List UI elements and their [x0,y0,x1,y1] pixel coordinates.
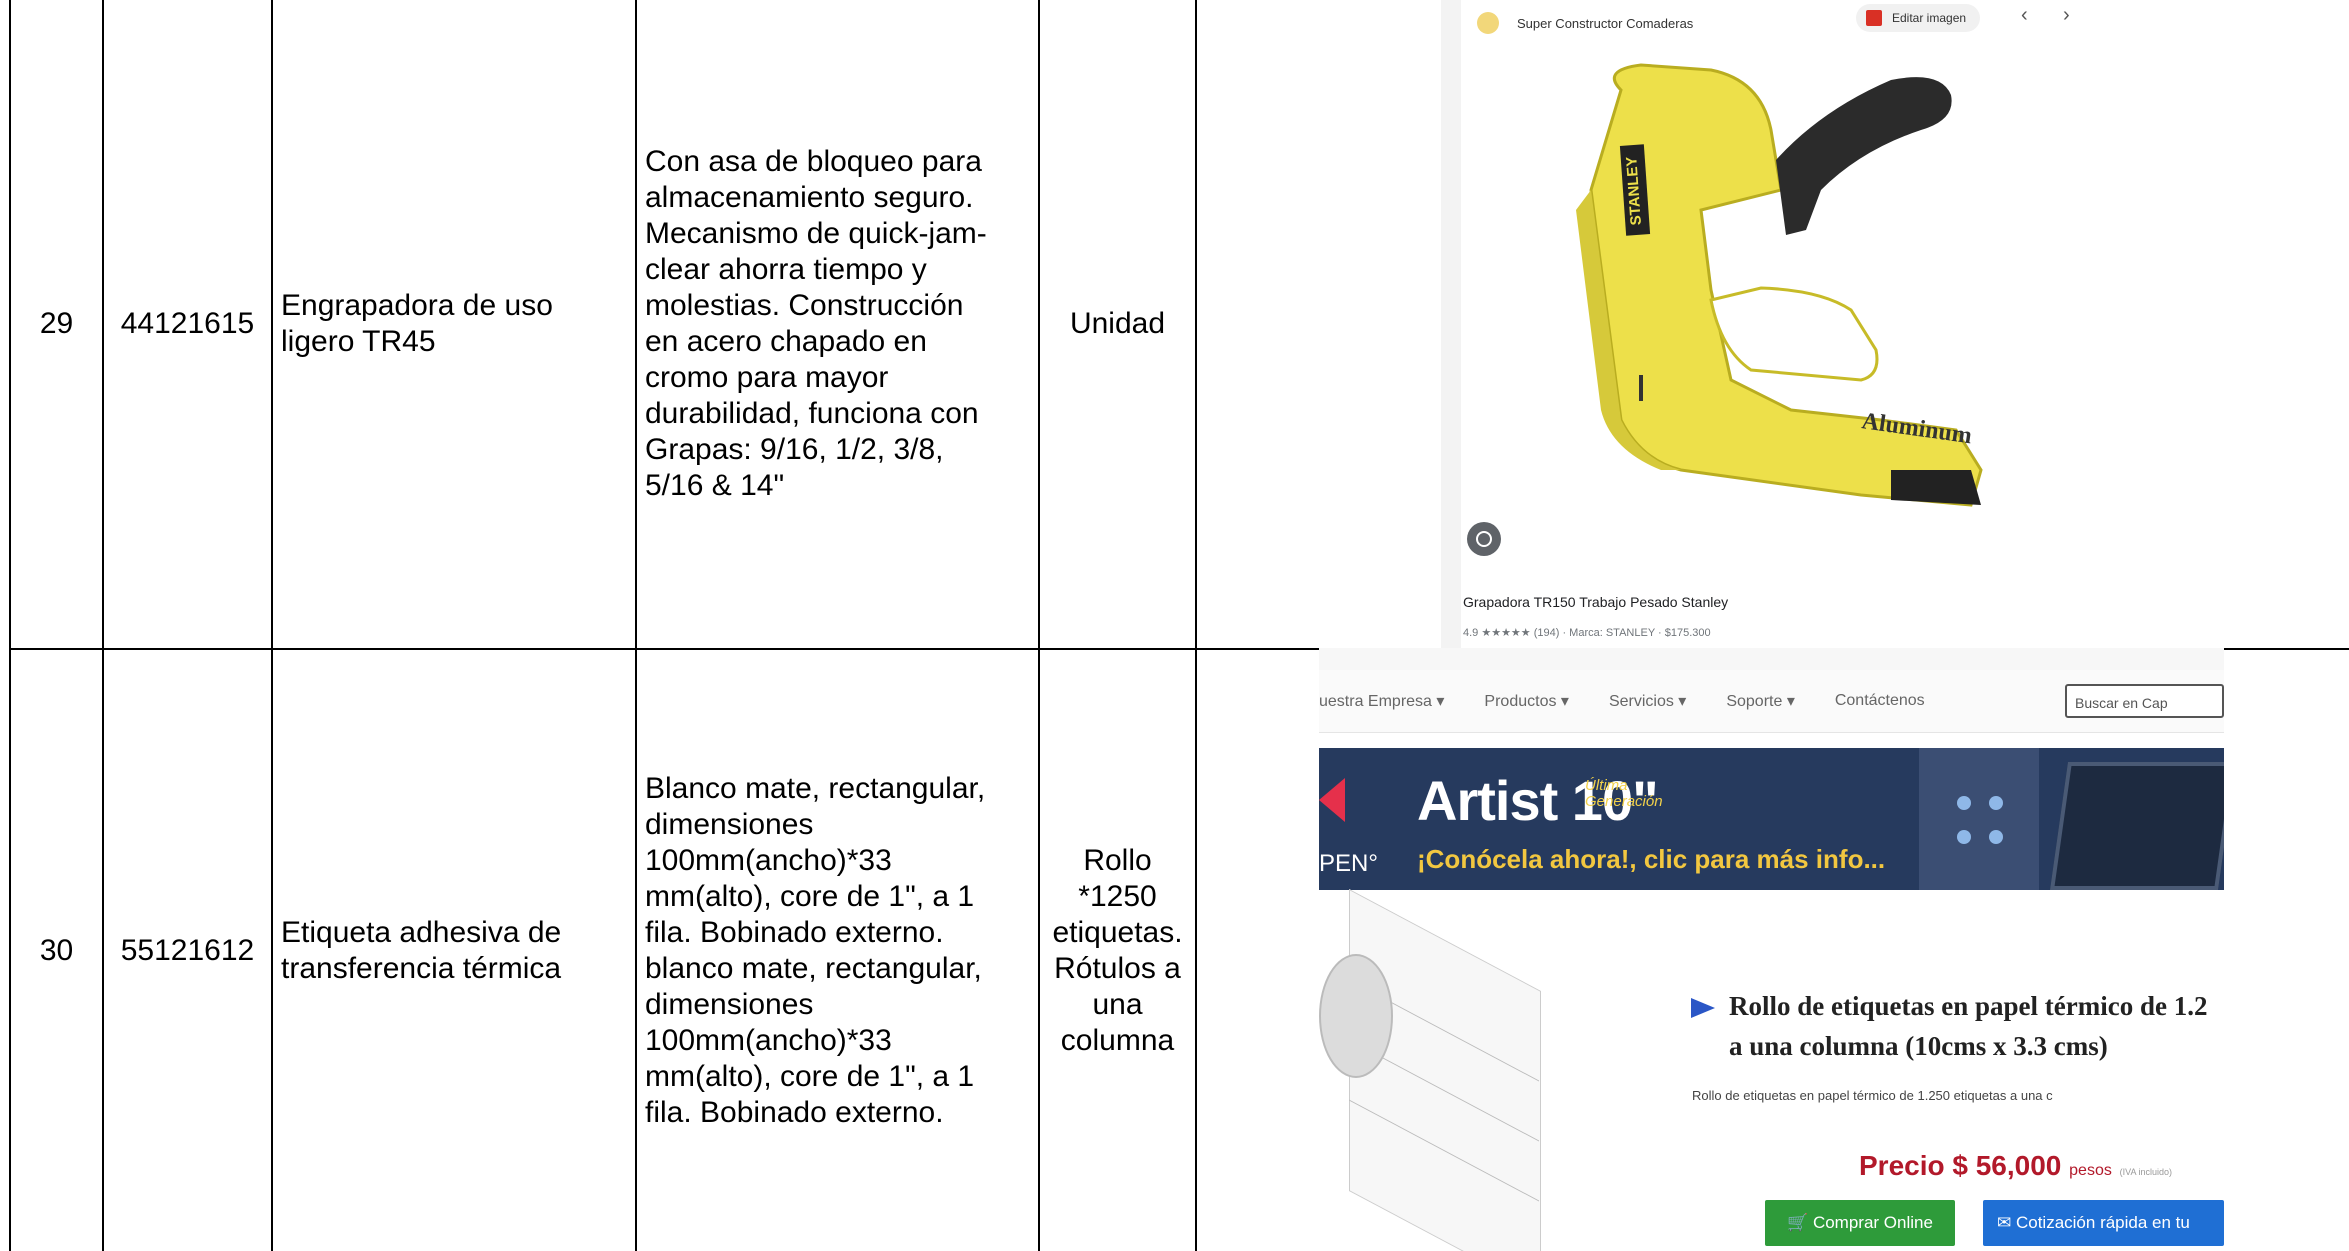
banner-tablet-image [2050,762,2224,890]
image-viewer-header: Super Constructor Comaderas [1467,6,2224,40]
item-number: 30 [39,933,74,967]
label-roll-image [1319,888,1569,1251]
banner-arrow-icon [1319,778,1345,822]
edit-icon [1866,10,1882,26]
row-29-unit: Unidad [1040,0,1195,648]
row-30-name: Etiqueta adhesiva de transferencia térmi… [281,650,631,1251]
buy-online-button[interactable]: 🛒 Comprar Online [1765,1200,1955,1246]
banner-brand: PEN° [1319,850,1378,877]
price-unit: pesos [2069,1162,2112,1179]
lens-icon[interactable] [1467,522,1501,556]
row-29-name: Engrapadora de uso ligero TR45 [281,0,631,648]
banner-tag: Última Generación [1585,777,1663,810]
prev-arrow-icon[interactable]: ‹ [2021,4,2028,27]
product-heading: Rollo de etiquetas en papel térmico de 1… [1729,991,2208,1061]
stapler-illustration: STANLEY Aluminum [1576,63,1983,507]
left-strip [1441,0,1461,650]
site-favicon-icon [1477,12,1499,34]
row-29-description: Con asa de bloqueo para almacenamiento s… [645,0,1035,648]
top-strip [1319,648,2224,670]
item-name: Engrapadora de uso ligero TR45 [281,289,553,358]
promo-banner[interactable]: Artist 10" Última Generación PEN° ¡Conóc… [1319,748,2224,890]
row-30-description: Blanco mate, rectangular, dimensiones 10… [645,650,1035,1251]
item-unit: Unidad [1069,307,1166,340]
edit-image-label: Editar imagen [1892,11,1967,25]
product-title[interactable]: Grapadora TR150 Trabajo Pesado Stanley [1463,594,1728,610]
edit-image-button[interactable]: Editar imagen [1856,4,1981,32]
nav-item-productos[interactable]: Productos ▾ [1484,691,1569,711]
product-description: Rollo de etiquetas en papel térmico de 1… [1692,1088,2053,1103]
price-tax-note: (IVA incluido) [2119,1167,2172,1177]
nav-item-contacto[interactable]: Contáctenos [1835,692,1925,710]
item-name: Etiqueta adhesiva de transferencia térmi… [281,915,562,985]
buy-online-label: Comprar Online [1812,1213,1933,1232]
item-code: 44121615 [120,307,255,340]
product-meta: 4.9 ★★★★★ (194) · Marca: STANLEY · $175.… [1463,627,1711,639]
nav-item-servicios[interactable]: Servicios ▾ [1609,691,1686,711]
table-border-col3 [635,0,637,1251]
banner-device-image [1919,748,2039,890]
table-border-col2 [271,0,273,1251]
item-code: 55121612 [120,933,255,967]
row-29-code: 44121615 [104,0,271,648]
cart-icon: 🛒 [1787,1213,1813,1232]
quick-quote-label: Cotización rápida en tu [2015,1213,2190,1232]
next-arrow-icon[interactable]: › [2063,4,2070,27]
site-name[interactable]: Super Constructor Comaderas [1517,16,1693,31]
nav-item-soporte[interactable]: Soporte ▾ [1726,691,1795,711]
product-image-stapler: Super Constructor Comaderas Editar image… [1441,0,2224,650]
row-30-code: 55121612 [104,650,271,1251]
table-border-col5 [1195,0,1197,1251]
row-30-unit: Rollo *1250 etiquetas. Rótulos a una col… [1040,650,1195,1251]
row-29-number: 29 [11,0,102,648]
item-description: Con asa de bloqueo para almacenamiento s… [645,145,987,502]
product-price: Precio $ 56,000 pesos (IVA incluido) [1859,1150,2172,1182]
product-image-labels: uestra Empresa ▾ Productos ▾ Servicios ▾… [1319,648,2224,1251]
item-description: Blanco mate, rectangular, dimensiones 10… [645,771,986,1129]
search-input[interactable]: Buscar en Cap [2065,684,2224,718]
quick-quote-button[interactable]: ✉ Cotización rápida en tu [1983,1200,2224,1246]
nav-item-empresa[interactable]: uestra Empresa ▾ [1319,691,1444,711]
row-30-number: 30 [11,650,102,1251]
price-value: Precio $ 56,000 [1859,1150,2062,1181]
banner-subtitle: ¡Conócela ahora!, clic para más info... [1417,844,1886,874]
item-unit: Rollo *1250 etiquetas. Rótulos a una col… [1052,843,1183,1057]
mail-icon: ✉ [1997,1213,2016,1232]
item-number: 29 [39,307,74,340]
